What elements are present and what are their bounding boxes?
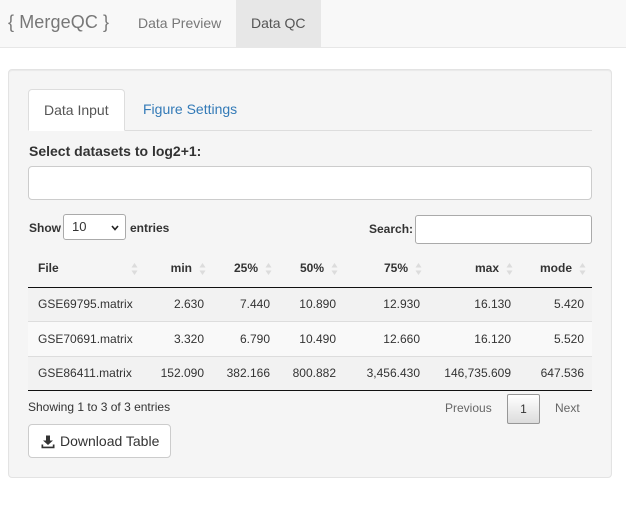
sort-icon: [579, 263, 586, 275]
qc-table: File min 25% 50% 75% max mode GSE69795.m…: [28, 250, 592, 391]
next-page-button[interactable]: Next: [541, 394, 594, 424]
table-cell: 2.630: [144, 287, 212, 322]
table-row[interactable]: GSE86411.matrix 152.090 382.166 800.882 …: [28, 356, 592, 391]
table-row[interactable]: GSE70691.matrix 3.320 6.790 10.490 12.66…: [28, 321, 592, 357]
table-cell: 382.166: [212, 356, 278, 391]
table-cell: 12.930: [344, 287, 428, 322]
column-header-25[interactable]: 25%: [212, 250, 278, 288]
table-cell: 146,735.609: [428, 356, 519, 391]
table-row[interactable]: GSE69795.matrix 2.630 7.440 10.890 12.93…: [28, 287, 592, 322]
table-cell: 152.090: [144, 356, 212, 391]
column-header-max[interactable]: max: [428, 250, 519, 288]
chevron-down-icon: [111, 225, 119, 231]
column-header-mode[interactable]: mode: [519, 250, 592, 288]
download-table-button[interactable]: Download Table: [28, 424, 171, 458]
download-button-label: Download Table: [60, 433, 160, 449]
sort-icon: [331, 263, 338, 275]
table-cell: 800.882: [278, 356, 344, 391]
column-header-min[interactable]: min: [144, 250, 212, 288]
column-header-label: min: [170, 261, 192, 276]
table-header-row: File min 25% 50% 75% max mode: [28, 250, 592, 288]
log-datasets-label: Select datasets to log2+1:: [29, 143, 202, 159]
table-cell: 10.890: [278, 287, 344, 322]
search-label: Search:: [369, 222, 414, 236]
column-header-label: 25%: [233, 261, 258, 276]
table-cell: 10.490: [278, 321, 344, 357]
table-cell: 5.420: [519, 287, 592, 322]
table-cell-file: GSE86411.matrix: [28, 356, 144, 391]
app-brand[interactable]: { MergeQC }: [8, 12, 109, 33]
tab-figure-settings[interactable]: Figure Settings: [128, 89, 252, 131]
table-cell: 7.440: [212, 287, 278, 322]
nav-tab-data-qc[interactable]: Data QC: [236, 0, 321, 48]
column-header-label: mode: [539, 261, 572, 276]
column-header-label: 50%: [299, 261, 324, 276]
column-header-75[interactable]: 75%: [344, 250, 428, 288]
column-header-label: File: [38, 261, 59, 276]
table-cell-file: GSE69795.matrix: [28, 287, 144, 322]
search-input[interactable]: [415, 215, 592, 244]
table-info: Showing 1 to 3 of 3 entries: [28, 400, 171, 414]
entries-label: entries: [130, 221, 170, 235]
sort-icon: [131, 263, 138, 275]
tab-data-input[interactable]: Data Input: [28, 89, 125, 131]
page-button-1[interactable]: 1: [507, 394, 540, 424]
download-icon: [41, 435, 55, 449]
log-datasets-input[interactable]: [28, 166, 592, 200]
table-cell: 16.130: [428, 287, 519, 322]
table-cell-file: GSE70691.matrix: [28, 321, 144, 357]
column-header-label: 75%: [383, 261, 408, 276]
table-cell: 5.520: [519, 321, 592, 357]
nav-tab-data-preview[interactable]: Data Preview: [123, 0, 236, 48]
column-header-label: max: [474, 261, 499, 276]
table-cell: 3,456.430: [344, 356, 428, 391]
column-header-file[interactable]: File: [28, 250, 144, 288]
sort-icon: [265, 263, 272, 275]
table-cell: 12.660: [344, 321, 428, 357]
previous-page-button[interactable]: Previous: [431, 394, 506, 424]
table-cell: 647.536: [519, 356, 592, 391]
navbar: { MergeQC } Data Preview Data QC: [0, 0, 626, 48]
table-cell: 6.790: [212, 321, 278, 357]
page-length-value: 10: [72, 219, 87, 234]
table-cell: 3.320: [144, 321, 212, 357]
sort-icon: [415, 263, 422, 275]
table-cell: 16.120: [428, 321, 519, 357]
show-label: Show: [29, 221, 61, 235]
sort-icon: [199, 263, 206, 275]
page-length-select[interactable]: 10: [63, 214, 126, 240]
sort-icon: [506, 263, 513, 275]
column-header-50[interactable]: 50%: [278, 250, 344, 288]
